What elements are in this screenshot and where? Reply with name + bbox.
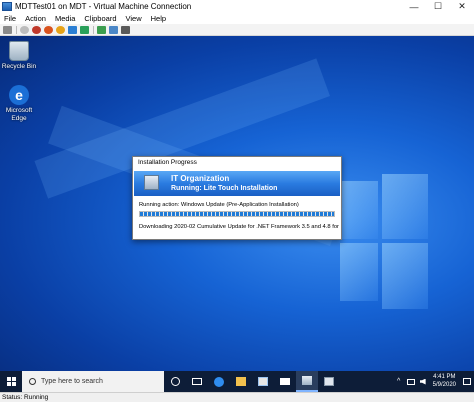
mail-icon (280, 378, 290, 385)
reset-icon[interactable] (80, 25, 89, 34)
toolbar-separator (16, 25, 17, 34)
search-box[interactable]: Type here to search (22, 371, 164, 392)
system-tray: ^ 4:41 PM 5/9/2020 (393, 371, 474, 392)
start-button[interactable] (0, 371, 22, 392)
maximize-button[interactable]: ☐ (426, 0, 450, 13)
windows-logo-icon (6, 377, 16, 386)
installation-progress-dialog: Installation Progress IT Organization Ru… (132, 156, 342, 240)
shut-down-icon[interactable] (44, 25, 53, 34)
enhanced-session-icon[interactable] (121, 25, 130, 34)
minimize-button[interactable]: — (402, 0, 426, 13)
desktop-icon-edge[interactable]: e Microsoft Edge (1, 85, 37, 122)
window-title: MDTTest01 on MDT - Virtual Machine Conne… (15, 2, 192, 11)
menu-media[interactable]: Media (55, 14, 75, 23)
desktop-icon-recycle-bin[interactable]: Recycle Bin (1, 41, 37, 71)
windows-logo-pane (340, 181, 378, 239)
checkpoint-icon[interactable] (97, 25, 106, 34)
edge-taskbar-button[interactable] (208, 371, 230, 392)
vm-connection-icon (2, 2, 12, 11)
installation-status: Running: Lite Touch Installation (171, 185, 278, 192)
menu-clipboard[interactable]: Clipboard (84, 14, 116, 23)
show-hidden-icons-button[interactable]: ^ (393, 371, 405, 392)
pause-icon[interactable] (68, 25, 77, 34)
status-bar: Status: Running (0, 392, 474, 402)
computer-icon (144, 175, 159, 190)
toolbar-separator (93, 25, 94, 34)
volume-icon[interactable] (417, 371, 429, 392)
action-center-button[interactable] (460, 371, 474, 392)
taskbar: Type here to search ^ 4:41 PM 5/9/2020 (0, 371, 474, 392)
vm-toolbar (0, 24, 474, 36)
organization-name: IT Organization (171, 174, 230, 183)
clock-date: 5/9/2020 (432, 381, 456, 388)
store-button[interactable] (252, 371, 274, 392)
ctrl-alt-del-icon[interactable] (3, 25, 12, 34)
search-placeholder: Type here to search (41, 378, 103, 385)
file-explorer-button[interactable] (230, 371, 252, 392)
windows-logo-pane (382, 174, 428, 239)
store-icon (258, 377, 268, 386)
deployment-icon (302, 376, 312, 385)
edge-icon (214, 376, 224, 387)
window-title-bar[interactable]: MDTTest01 on MDT - Virtual Machine Conne… (0, 0, 474, 13)
mdt-deployment-button[interactable] (296, 371, 318, 392)
notification-icon (463, 378, 471, 385)
windows-logo-pane (340, 243, 378, 301)
recycle-bin-icon (9, 41, 29, 61)
cortana-button[interactable] (164, 371, 186, 392)
progress-bar-fill (140, 212, 334, 216)
clock-time: 4:41 PM (433, 374, 456, 380)
task-view-icon (192, 378, 202, 385)
windows-logo-pane (382, 243, 428, 309)
cortana-icon (170, 377, 180, 386)
menu-help[interactable]: Help (151, 14, 166, 23)
network-icon[interactable] (405, 371, 417, 392)
photos-button[interactable] (318, 371, 340, 392)
menu-bar: File Action Media Clipboard View Help (0, 13, 474, 24)
dialog-title: Installation Progress (133, 157, 341, 169)
turn-off-icon[interactable] (32, 25, 41, 34)
menu-file[interactable]: File (4, 14, 16, 23)
task-view-button[interactable] (186, 371, 208, 392)
progress-bar (139, 211, 335, 217)
mail-button[interactable] (274, 371, 296, 392)
revert-icon[interactable] (109, 25, 118, 34)
close-button[interactable]: ✕ (450, 0, 474, 13)
edge-icon: e (9, 85, 29, 105)
clock[interactable]: 4:41 PM 5/9/2020 (429, 374, 460, 389)
search-icon (29, 378, 36, 385)
running-action-text: Running action: Windows Update (Pre-Appl… (139, 202, 299, 208)
menu-view[interactable]: View (126, 14, 142, 23)
dialog-banner: IT Organization Running: Lite Touch Inst… (134, 171, 340, 196)
desktop-icon-label: Recycle Bin (1, 63, 37, 70)
menu-action[interactable]: Action (25, 14, 46, 23)
download-detail-text: Downloading 2020-02 Cumulative Update fo… (139, 224, 339, 230)
save-state-icon[interactable] (56, 25, 65, 34)
start-vm-icon[interactable] (20, 25, 29, 34)
desktop-icon-label: Microsoft Edge (5, 107, 33, 122)
folder-icon (236, 377, 246, 386)
photos-icon (324, 377, 334, 386)
